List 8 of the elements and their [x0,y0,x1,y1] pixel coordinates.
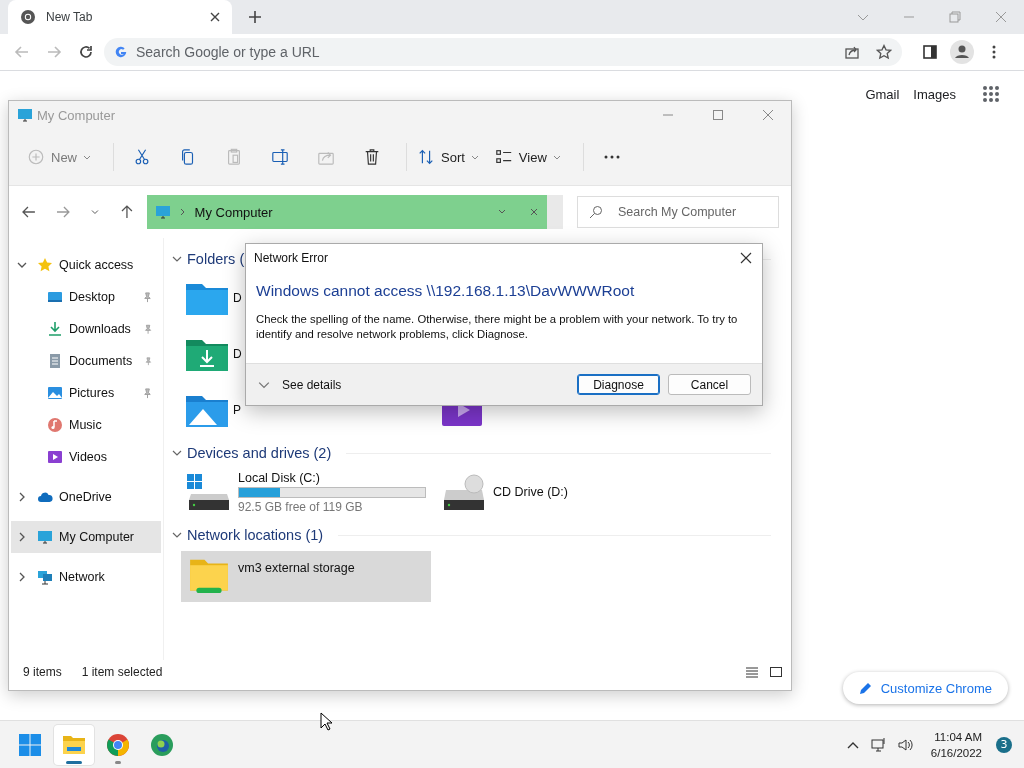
tab-title: New Tab [46,10,94,24]
dialog-title: Network Error [254,251,328,265]
item-count: 9 items [23,665,62,679]
window-title: My Computer [37,107,116,123]
address-path: My Computer [194,204,273,220]
error-message: Check the spelling of the name. Otherwise, there might be a problem with your network. To try to identify and resolve network problems, click Diagnose. [256,312,739,342]
selection-count: 1 item selected [81,665,163,679]
error-heading: Windows cannot access \\192.168.1.13\DavWWWRoot [256,282,636,300]
